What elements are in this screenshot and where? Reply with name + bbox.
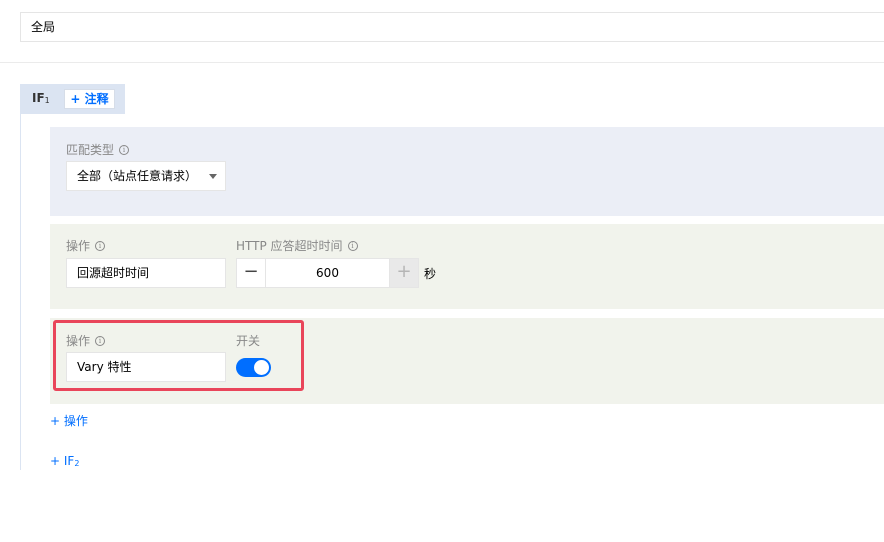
match-type-label: 匹配类型 i	[66, 141, 130, 158]
caret-down-icon	[209, 174, 217, 179]
increment-button[interactable]: +	[389, 258, 419, 288]
add-action-link[interactable]: + 操作	[50, 412, 88, 429]
if-label: IF1	[32, 91, 50, 105]
timeout-stepper: − 600 +	[236, 258, 419, 288]
if-block-guide-line	[20, 114, 21, 470]
divider	[0, 62, 884, 63]
info-icon[interactable]: i	[347, 240, 358, 251]
timeout-value-input[interactable]: 600	[266, 258, 389, 288]
add-if-link[interactable]: + IF2	[50, 454, 79, 468]
highlight-box	[53, 320, 304, 391]
action-select[interactable]: 回源超时时间	[66, 258, 226, 288]
action-label: 操作 i	[66, 237, 106, 254]
info-icon[interactable]: i	[95, 240, 106, 251]
timeout-label: HTTP 应答超时时间 i	[236, 237, 358, 254]
timeout-unit: 秒	[424, 267, 437, 281]
info-icon[interactable]: i	[119, 144, 130, 155]
match-type-select[interactable]: 全部（站点任意请求）	[66, 161, 226, 191]
add-note-button[interactable]: + 注释	[64, 89, 115, 109]
scope-input[interactable]: 全局	[20, 12, 884, 42]
match-condition-section: 匹配类型 i 全部（站点任意请求）	[50, 127, 884, 216]
action-section-timeout: 操作 i HTTP 应答超时时间 i 回源超时时间 − 600 + 秒	[50, 224, 884, 309]
if-block-header: IF1 + 注释	[20, 84, 125, 114]
decrement-button[interactable]: −	[236, 258, 266, 288]
